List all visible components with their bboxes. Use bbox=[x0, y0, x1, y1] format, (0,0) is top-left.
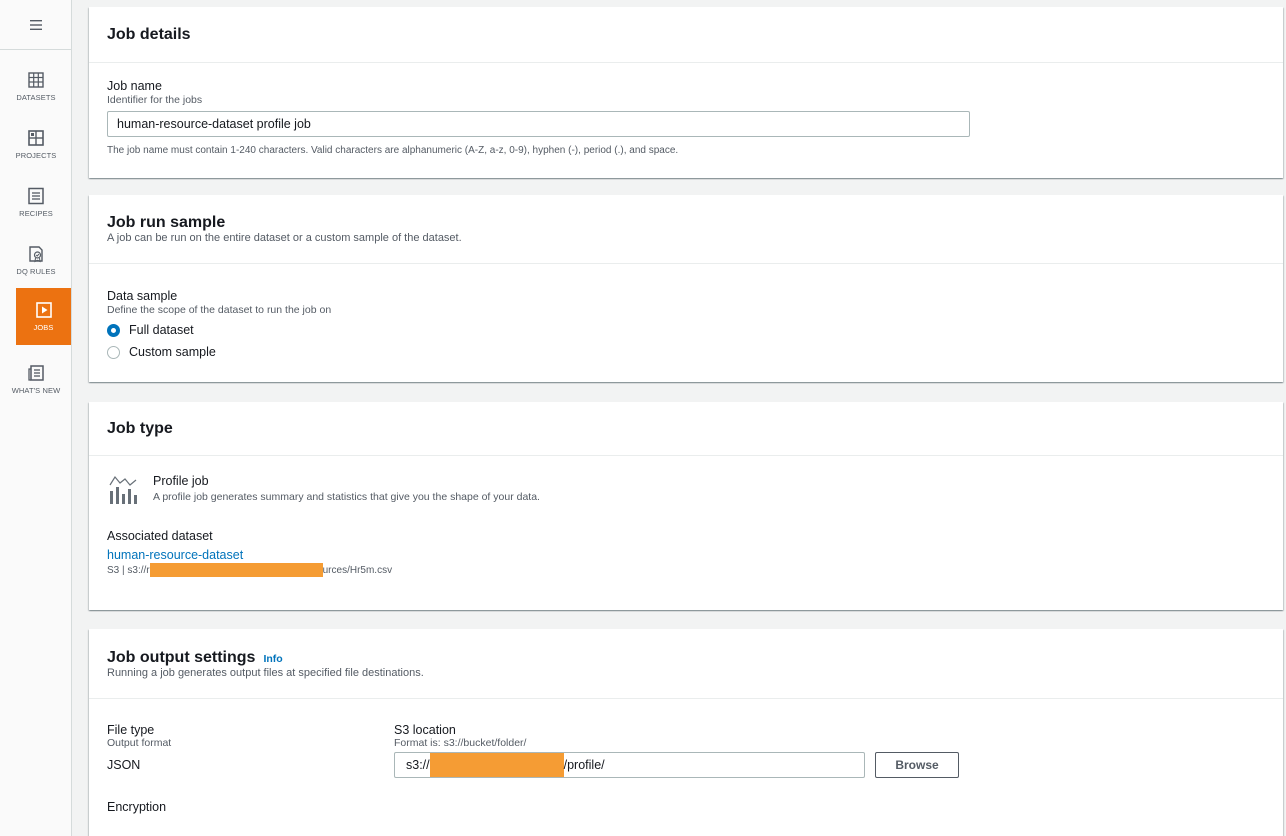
sidebar-item-label: JOBS bbox=[33, 323, 54, 332]
full-dataset-option[interactable]: Full dataset bbox=[107, 319, 1265, 341]
data-sample-description: Define the scope of the dataset to run t… bbox=[107, 304, 332, 316]
custom-sample-label: Custom sample bbox=[129, 345, 216, 359]
s3-location-input[interactable]: s3:// /profile/ bbox=[394, 752, 865, 778]
hamburger-icon[interactable] bbox=[0, 0, 72, 50]
table-icon bbox=[28, 72, 44, 88]
job-run-sample-title: Job run sample bbox=[107, 214, 226, 231]
job-name-label: Job name bbox=[107, 79, 162, 93]
sidebar-item-label: RECIPES bbox=[19, 209, 53, 218]
sidebar-item-whats-new[interactable]: WHAT'S NEW bbox=[0, 351, 72, 408]
sidebar-item-recipes[interactable]: RECIPES bbox=[0, 174, 72, 231]
job-details-panel: Job details Job name Identifier for the … bbox=[89, 7, 1283, 178]
encryption-label: Encryption bbox=[107, 800, 167, 814]
profile-job-label: Profile job bbox=[153, 474, 209, 488]
job-run-sample-panel: Job run sample A job can be run on the e… bbox=[89, 195, 1283, 382]
job-output-settings-panel: Job output settings Info Running a job g… bbox=[89, 629, 1283, 836]
job-run-sample-description: A job can be run on the entire dataset o… bbox=[107, 232, 462, 244]
s3-prefix: s3:// bbox=[406, 758, 430, 772]
sidebar: DATASETS PROJECTS RECIPES DQ RULES JOBS … bbox=[0, 0, 72, 836]
sidebar-item-label: PROJECTS bbox=[15, 151, 57, 160]
redacted-block bbox=[429, 753, 564, 777]
grid-icon bbox=[28, 130, 44, 146]
job-type-panel: Job type Profile job A profile job gener… bbox=[89, 402, 1283, 610]
dataset-link[interactable]: human-resource-dataset bbox=[107, 548, 1265, 562]
job-name-hint: The job name must contain 1-240 characte… bbox=[107, 145, 679, 156]
job-name-input[interactable]: human-resource-dataset profile job bbox=[107, 111, 970, 137]
dataset-path: S3 | s3://r urces/Hr5m.csv bbox=[107, 563, 1265, 577]
s3-location-description: Format is: s3://bucket/folder/ bbox=[394, 737, 527, 749]
sidebar-item-datasets[interactable]: DATASETS bbox=[0, 58, 72, 115]
sidebar-item-jobs[interactable]: JOBS bbox=[16, 288, 71, 345]
associated-dataset-label: Associated dataset bbox=[107, 529, 213, 543]
news-icon bbox=[28, 365, 44, 381]
s3-location-label: S3 location bbox=[394, 723, 456, 737]
browse-button[interactable]: Browse bbox=[875, 752, 959, 778]
info-link[interactable]: Info bbox=[263, 653, 282, 665]
list-icon bbox=[28, 187, 44, 205]
job-output-title: Job output settings bbox=[107, 649, 256, 666]
job-type-title: Job type bbox=[107, 419, 173, 437]
job-output-description: Running a job generates output files at … bbox=[107, 667, 424, 679]
profile-job-description: A profile job generates summary and stat… bbox=[153, 491, 540, 503]
full-dataset-radio[interactable] bbox=[107, 323, 120, 337]
main-content: Job details Job name Identifier for the … bbox=[89, 0, 1286, 836]
dataset-path-prefix: S3 | s3://r bbox=[107, 564, 150, 576]
file-type-description: Output format bbox=[107, 737, 172, 749]
file-type-value: JSON bbox=[107, 758, 141, 772]
sidebar-item-label: DQ RULES bbox=[16, 267, 56, 276]
rules-icon bbox=[29, 246, 43, 263]
custom-sample-option[interactable]: Custom sample bbox=[107, 341, 1265, 363]
dataset-path-suffix: urces/Hr5m.csv bbox=[322, 564, 393, 576]
redacted-block bbox=[149, 563, 323, 577]
file-type-label: File type bbox=[107, 723, 155, 737]
profile-chart-icon bbox=[109, 475, 137, 504]
custom-sample-radio[interactable] bbox=[107, 345, 120, 359]
play-icon bbox=[35, 302, 52, 318]
job-details-title: Job details bbox=[107, 25, 191, 43]
job-name-description: Identifier for the jobs bbox=[107, 94, 203, 106]
sidebar-item-label: DATASETS bbox=[16, 93, 56, 102]
sidebar-item-label: WHAT'S NEW bbox=[11, 386, 61, 395]
sidebar-item-dq-rules[interactable]: DQ RULES bbox=[0, 232, 72, 289]
sidebar-item-projects[interactable]: PROJECTS bbox=[0, 116, 72, 173]
full-dataset-label: Full dataset bbox=[129, 323, 194, 337]
data-sample-label: Data sample bbox=[107, 289, 178, 303]
s3-suffix: /profile/ bbox=[563, 758, 605, 772]
